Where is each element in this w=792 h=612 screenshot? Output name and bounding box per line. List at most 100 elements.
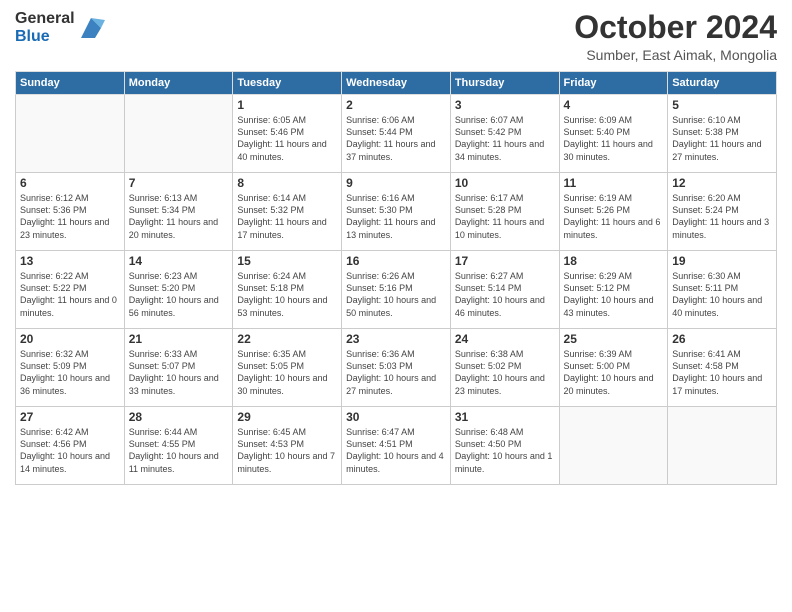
day-cell: 3 Sunrise: 6:07 AM Sunset: 5:42 PM Daylig… (450, 95, 559, 173)
day-info: Sunrise: 6:05 AM Sunset: 5:46 PM Dayligh… (237, 114, 337, 163)
day-info: Sunrise: 6:14 AM Sunset: 5:32 PM Dayligh… (237, 192, 337, 241)
day-cell: 2Sunrise: 6:06 AM Sunset: 5:44 PM Daylig… (342, 95, 451, 173)
day-number: 29 (237, 410, 337, 424)
subtitle: Sumber, East Aimak, Mongolia (574, 47, 777, 63)
calendar: Sunday Monday Tuesday Wednesday Thursday… (15, 71, 777, 485)
day-info: Sunrise: 6:24 AM Sunset: 5:18 PM Dayligh… (237, 270, 337, 319)
col-wednesday: Wednesday (342, 72, 451, 95)
day-number: 30 (346, 410, 446, 424)
day-number: 12 (672, 176, 772, 190)
day-info: Sunrise: 6:29 AM Sunset: 5:12 PM Dayligh… (564, 270, 664, 319)
logo-blue: Blue (15, 28, 75, 46)
col-friday: Friday (559, 72, 668, 95)
day-number: 25 (564, 332, 664, 346)
day-number: 14 (129, 254, 229, 268)
day-cell: 17 Sunrise: 6:27 AM Sunset: 5:14 PM Dayli… (450, 251, 559, 329)
day-info: Sunrise: 6:07 AM Sunset: 5:42 PM Dayligh… (455, 114, 555, 163)
day-number: 8 (237, 176, 337, 190)
day-info: Sunrise: 6:10 AM Sunset: 5:38 PM Dayligh… (672, 114, 772, 163)
logo-text: General Blue (15, 10, 75, 45)
day-cell: 26Sunrise: 6:41 AM Sunset: 4:58 PM Dayli… (668, 329, 777, 407)
day-info: Sunrise: 6:09 AM Sunset: 5:40 PM Dayligh… (564, 114, 664, 163)
day-cell: 5 Sunrise: 6:10 AM Sunset: 5:38 PM Daylig… (668, 95, 777, 173)
day-info: Sunrise: 6:32 AM Sunset: 5:09 PM Dayligh… (20, 348, 120, 397)
day-number: 21 (129, 332, 229, 346)
day-info: Sunrise: 6:41 AM Sunset: 4:58 PM Dayligh… (672, 348, 772, 397)
day-cell: 16Sunrise: 6:26 AM Sunset: 5:16 PM Dayli… (342, 251, 451, 329)
day-cell: 31Sunrise: 6:48 AM Sunset: 4:50 PM Dayli… (450, 407, 559, 485)
day-info: Sunrise: 6:47 AM Sunset: 4:51 PM Dayligh… (346, 426, 446, 475)
day-number: 22 (237, 332, 337, 346)
day-info: Sunrise: 6:13 AM Sunset: 5:34 PM Dayligh… (129, 192, 229, 241)
day-number: 4 (564, 98, 664, 112)
day-cell: 12 Sunrise: 6:20 AM Sunset: 5:24 PM Dayli… (668, 173, 777, 251)
week-row-4: 27 Sunrise: 6:42 AM Sunset: 4:56 PM Dayli… (16, 407, 777, 485)
day-cell: 10Sunrise: 6:17 AM Sunset: 5:28 PM Dayli… (450, 173, 559, 251)
day-info: Sunrise: 6:23 AM Sunset: 5:20 PM Dayligh… (129, 270, 229, 319)
day-cell: 24 Sunrise: 6:38 AM Sunset: 5:02 PM Dayli… (450, 329, 559, 407)
day-cell: 4 Sunrise: 6:09 AM Sunset: 5:40 PM Daylig… (559, 95, 668, 173)
day-number: 16 (346, 254, 446, 268)
day-number: 17 (455, 254, 555, 268)
day-number: 7 (129, 176, 229, 190)
day-number: 2 (346, 98, 446, 112)
col-tuesday: Tuesday (233, 72, 342, 95)
day-number: 27 (20, 410, 120, 424)
logo-general: General (15, 10, 75, 28)
day-number: 20 (20, 332, 120, 346)
week-row-1: 6 Sunrise: 6:12 AM Sunset: 5:36 PM Daylig… (16, 173, 777, 251)
day-info: Sunrise: 6:30 AM Sunset: 5:11 PM Dayligh… (672, 270, 772, 319)
day-cell: 30 Sunrise: 6:47 AM Sunset: 4:51 PM Dayli… (342, 407, 451, 485)
day-info: Sunrise: 6:35 AM Sunset: 5:05 PM Dayligh… (237, 348, 337, 397)
day-cell: 18 Sunrise: 6:29 AM Sunset: 5:12 PM Dayli… (559, 251, 668, 329)
day-number: 23 (346, 332, 446, 346)
day-info: Sunrise: 6:20 AM Sunset: 5:24 PM Dayligh… (672, 192, 772, 241)
day-info: Sunrise: 6:33 AM Sunset: 5:07 PM Dayligh… (129, 348, 229, 397)
week-row-2: 13Sunrise: 6:22 AM Sunset: 5:22 PM Dayli… (16, 251, 777, 329)
logo-icon (77, 14, 105, 42)
day-cell: 6 Sunrise: 6:12 AM Sunset: 5:36 PM Daylig… (16, 173, 125, 251)
day-cell (124, 95, 233, 173)
day-info: Sunrise: 6:27 AM Sunset: 5:14 PM Dayligh… (455, 270, 555, 319)
col-thursday: Thursday (450, 72, 559, 95)
col-sunday: Sunday (16, 72, 125, 95)
day-header-row: Sunday Monday Tuesday Wednesday Thursday… (16, 72, 777, 95)
week-row-3: 20 Sunrise: 6:32 AM Sunset: 5:09 PM Dayli… (16, 329, 777, 407)
day-info: Sunrise: 6:39 AM Sunset: 5:00 PM Dayligh… (564, 348, 664, 397)
day-cell (668, 407, 777, 485)
day-info: Sunrise: 6:42 AM Sunset: 4:56 PM Dayligh… (20, 426, 120, 475)
day-cell: 28Sunrise: 6:44 AM Sunset: 4:55 PM Dayli… (124, 407, 233, 485)
col-saturday: Saturday (668, 72, 777, 95)
day-info: Sunrise: 6:22 AM Sunset: 5:22 PM Dayligh… (20, 270, 120, 319)
day-cell (16, 95, 125, 173)
day-info: Sunrise: 6:19 AM Sunset: 5:26 PM Dayligh… (564, 192, 664, 241)
logo: General Blue (15, 10, 105, 45)
day-cell: 22 Sunrise: 6:35 AM Sunset: 5:05 PM Dayli… (233, 329, 342, 407)
page: General Blue October 2024 Sumber, East A… (0, 0, 792, 612)
day-number: 28 (129, 410, 229, 424)
day-info: Sunrise: 6:12 AM Sunset: 5:36 PM Dayligh… (20, 192, 120, 241)
day-number: 6 (20, 176, 120, 190)
day-cell: 13Sunrise: 6:22 AM Sunset: 5:22 PM Dayli… (16, 251, 125, 329)
calendar-body: 1 Sunrise: 6:05 AM Sunset: 5:46 PM Daylig… (16, 95, 777, 485)
day-info: Sunrise: 6:38 AM Sunset: 5:02 PM Dayligh… (455, 348, 555, 397)
day-number: 24 (455, 332, 555, 346)
col-monday: Monday (124, 72, 233, 95)
day-cell: 8 Sunrise: 6:14 AM Sunset: 5:32 PM Daylig… (233, 173, 342, 251)
main-title: October 2024 (574, 10, 777, 45)
day-number: 19 (672, 254, 772, 268)
calendar-header: Sunday Monday Tuesday Wednesday Thursday… (16, 72, 777, 95)
day-number: 18 (564, 254, 664, 268)
day-number: 15 (237, 254, 337, 268)
day-number: 3 (455, 98, 555, 112)
day-info: Sunrise: 6:48 AM Sunset: 4:50 PM Dayligh… (455, 426, 555, 475)
day-cell: 23Sunrise: 6:36 AM Sunset: 5:03 PM Dayli… (342, 329, 451, 407)
day-cell: 1 Sunrise: 6:05 AM Sunset: 5:46 PM Daylig… (233, 95, 342, 173)
day-number: 1 (237, 98, 337, 112)
day-info: Sunrise: 6:45 AM Sunset: 4:53 PM Dayligh… (237, 426, 337, 475)
header: General Blue October 2024 Sumber, East A… (15, 10, 777, 63)
day-cell: 11Sunrise: 6:19 AM Sunset: 5:26 PM Dayli… (559, 173, 668, 251)
day-cell: 7 Sunrise: 6:13 AM Sunset: 5:34 PM Daylig… (124, 173, 233, 251)
day-cell: 19 Sunrise: 6:30 AM Sunset: 5:11 PM Dayli… (668, 251, 777, 329)
day-number: 5 (672, 98, 772, 112)
